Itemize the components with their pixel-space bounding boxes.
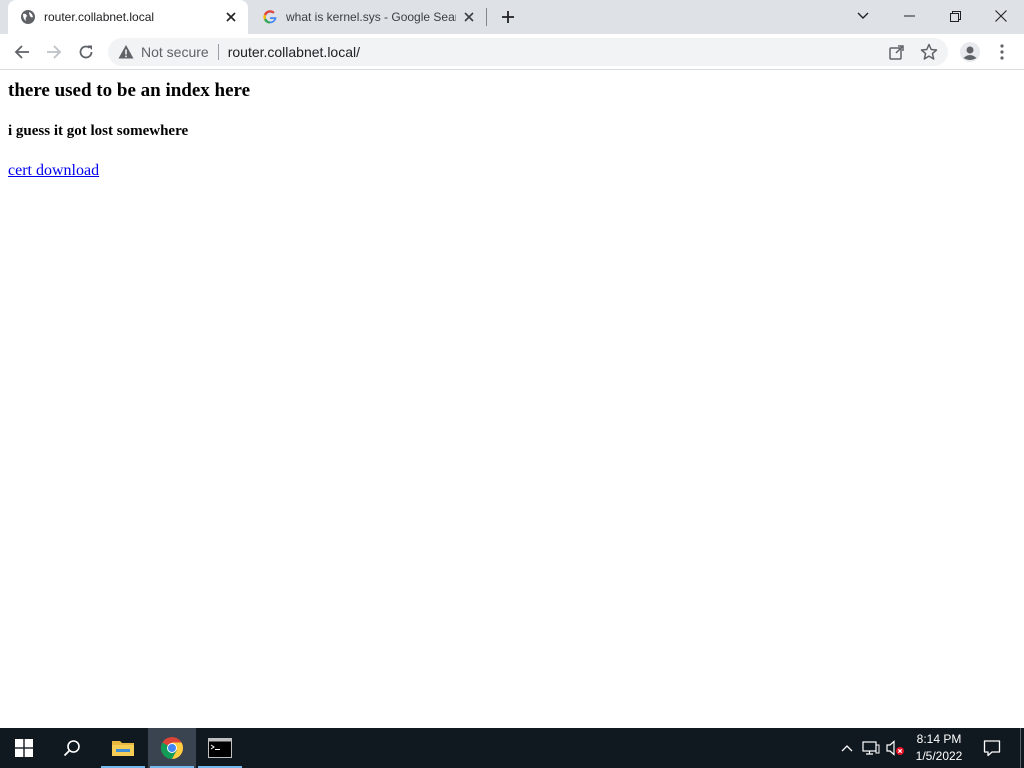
tab-separator [486,8,487,26]
globe-icon [21,10,35,24]
file-explorer-button[interactable] [99,728,147,768]
reload-icon [79,45,93,59]
close-tab-icon[interactable] [222,8,240,26]
system-clock[interactable]: 8:14 PM 1/5/2022 [906,731,972,765]
restore-button[interactable] [932,0,978,32]
reload-button[interactable] [72,38,100,66]
taskbar: 8:14 PM 1/5/2022 [0,728,1024,768]
tab-strip: router.collabnet.local what is kernel.sy… [0,0,1024,34]
page-content: there used to be an index here i guess i… [0,71,1024,728]
minimize-icon [903,15,915,17]
bookmark-star-icon[interactable] [920,43,938,61]
notification-icon [983,740,1001,757]
terminal-icon [208,738,232,758]
action-center-button[interactable] [978,728,1006,768]
chrome-icon [161,737,183,759]
clock-date: 1/5/2022 [915,749,963,763]
tab-title: router.collabnet.local [44,10,155,24]
tab-google-search[interactable]: what is kernel.sys - Google Search [250,0,486,34]
chevron-down-icon [857,12,869,19]
url-text[interactable]: router.collabnet.local/ [228,44,360,60]
menu-button[interactable] [988,38,1016,66]
share-icon[interactable] [888,43,906,61]
close-window-button[interactable] [978,0,1024,32]
restore-icon [949,10,961,22]
volume-tray-button[interactable] [884,728,906,768]
network-tray-button[interactable] [860,728,882,768]
search-button[interactable] [48,728,96,768]
more-vertical-icon [1000,44,1004,60]
terminal-taskbar-button[interactable] [196,728,244,768]
windows-logo-icon [15,739,33,757]
close-tab-icon[interactable] [460,8,478,26]
start-button[interactable] [0,728,48,768]
show-hidden-icons-button[interactable] [836,728,858,768]
address-bar[interactable]: Not secure router.collabnet.local/ [108,38,948,66]
folder-icon [112,741,134,756]
search-icon [63,740,80,757]
google-icon [263,10,277,24]
volume-muted-icon [886,740,904,756]
tab-search-button[interactable] [840,0,886,32]
show-desktop-button[interactable] [1020,728,1021,768]
clock-time: 8:14 PM [916,732,962,746]
arrow-right-icon [47,45,62,59]
browser-toolbar: Not secure router.collabnet.local/ [0,34,1024,70]
minimize-button[interactable] [886,0,932,32]
omnibox-divider [217,44,219,60]
close-icon [995,10,1007,22]
chrome-taskbar-button[interactable] [148,728,196,768]
page-heading: there used to be an index here [8,80,251,101]
forward-button[interactable] [40,38,68,66]
cert-download-link[interactable]: cert download [8,162,99,180]
profile-button[interactable] [956,38,984,66]
tab-title: what is kernel.sys - Google Search [286,10,456,24]
page-subheading: i guess it got lost somewhere [8,123,189,139]
warning-icon[interactable] [118,44,134,60]
arrow-left-icon [14,45,29,59]
tab-router[interactable]: router.collabnet.local [8,0,248,34]
network-icon [862,741,880,755]
avatar-icon [960,42,980,62]
back-button[interactable] [8,38,36,66]
new-tab-button[interactable] [498,7,518,27]
security-status[interactable]: Not secure [141,44,209,60]
plus-icon [502,11,514,23]
chevron-up-icon [841,745,853,752]
